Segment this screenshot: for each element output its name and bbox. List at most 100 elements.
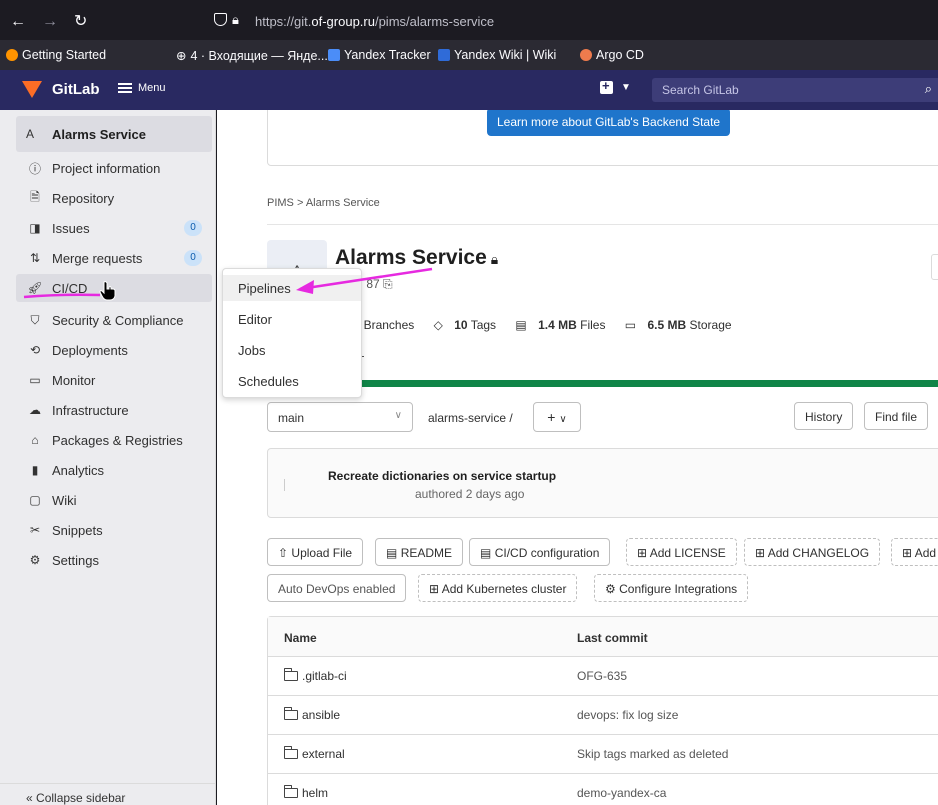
sidebar-item-infrastructure[interactable]: ☁︎ Infrastructure	[16, 396, 212, 424]
browser-toolbar: ←→↻ 🔒︎ https://git.of-group.ru/pims/alar…	[0, 0, 938, 40]
table-row[interactable]: external Skip tags marked as deleted	[268, 735, 938, 774]
sidebar-item-security[interactable]: ⛉ Security & Compliance	[16, 306, 212, 334]
sidebar-project-name: Alarms Service	[52, 126, 146, 142]
new-dropdown-button[interactable]: ▼	[600, 78, 631, 94]
folder-icon	[284, 668, 298, 681]
upload-file-button[interactable]: ⇧ Upload File	[267, 538, 364, 566]
reload-icon[interactable]: ↻	[74, 13, 103, 30]
auto-devops-button[interactable]: Auto DevOps enabled	[267, 574, 407, 602]
issues-icon: ◨	[29, 221, 41, 235]
sidebar-item-analytics[interactable]: ▮ Analytics	[16, 456, 212, 484]
collapse-icon: «	[26, 791, 33, 805]
readme-button[interactable]: ▤ README	[375, 538, 464, 566]
tags-stat[interactable]: ◇ 10 Tags	[434, 318, 504, 332]
bookmark-yandex-wiki[interactable]: Yandex Wiki | Wiki	[438, 48, 556, 62]
sidebar-item-deployments[interactable]: ⟲ Deployments	[16, 336, 212, 364]
globe-icon: ⊕	[176, 49, 187, 63]
url-domain: of-group.ru	[311, 14, 375, 29]
hand-cursor-icon	[99, 281, 116, 301]
table-row[interactable]: ansible devops: fix log size	[268, 696, 938, 735]
sidebar-item-settings[interactable]: ⚙︎ Settings	[16, 546, 212, 574]
breadcrumb-divider	[267, 224, 938, 225]
address-bar[interactable]: https://git.of-group.ru/pims/alarms-serv…	[255, 14, 494, 29]
main-content: Learn more about GitLab's Backend State …	[217, 110, 938, 805]
sidebar-item-repository[interactable]: 🗎︎ Repository	[16, 184, 212, 212]
files-stat[interactable]: ▤ 1.4 MB Files	[515, 318, 613, 332]
sidebar-item-merge-requests[interactable]: ⇅ Merge requests 0	[16, 244, 212, 272]
backend-state-banner: Learn more about GitLab's Backend State	[267, 110, 938, 166]
tracking-shield-icon[interactable]	[214, 13, 227, 26]
chevron-down-icon: ∨	[559, 414, 567, 425]
sidebar: A Alarms Service ⓘ Project information 🗎︎…	[0, 110, 216, 805]
sidebar-item-issues[interactable]: ◨ Issues 0	[16, 214, 212, 242]
info-icon: ⓘ	[28, 161, 41, 176]
file-tree-table: Name Last commit .gitlab-ci OFG-635 ansib…	[267, 616, 938, 805]
sidebar-item-wiki[interactable]: ▢ Wiki	[16, 486, 212, 514]
tag-icon: ◇	[433, 318, 443, 332]
bookmark-inbox[interactable]: ⊕ 4 · Входящие — Янде...	[176, 48, 328, 64]
column-name: Name	[284, 631, 317, 645]
repo-path[interactable]: alarms-service /	[428, 411, 513, 425]
table-row[interactable]: helm demo-yandex-ca	[268, 774, 938, 805]
plus-square-icon: ⊞	[429, 582, 440, 596]
collapse-sidebar-button[interactable]: « Collapse sidebar	[0, 783, 216, 805]
flyout-item-schedules[interactable]: Schedules	[223, 368, 361, 394]
issues-count-badge: 0	[184, 220, 202, 236]
merge-requests-count-badge: 0	[184, 250, 202, 266]
add-license-button[interactable]: ⊞ Add LICENSE	[626, 538, 737, 566]
cicd-configuration-button[interactable]: ▤ CI/CD configuration	[469, 538, 611, 566]
copy-icon[interactable]: ⎘	[383, 277, 393, 291]
table-row[interactable]: .gitlab-ci OFG-635	[268, 657, 938, 696]
gitlab-brand[interactable]: GitLab	[52, 81, 100, 98]
bookmark-argo-cd[interactable]: Argo CD	[580, 48, 644, 62]
forward-icon[interactable]: →	[42, 13, 74, 30]
sidebar-context-header[interactable]: A Alarms Service	[16, 116, 212, 152]
add-contributing-button[interactable]: ⊞ Add	[891, 538, 938, 566]
commit-avatar-placeholder	[284, 479, 285, 491]
sidebar-item-project-information[interactable]: ⓘ Project information	[16, 154, 212, 182]
gear-icon: ⚙︎	[605, 582, 616, 596]
flyout-item-jobs[interactable]: Jobs	[223, 337, 361, 363]
argo-icon	[580, 49, 592, 61]
sidebar-item-snippets[interactable]: ✂︎ Snippets	[16, 516, 212, 544]
commit-subtitle: authored 2 days ago	[415, 487, 525, 501]
chevron-down-icon: ▼	[621, 82, 631, 93]
commit-title[interactable]: Recreate dictionaries on service startup	[328, 469, 556, 483]
browser-nav: ←→↻	[10, 11, 103, 31]
lock-icon[interactable]: 🔒︎	[232, 12, 239, 28]
doc-icon: ▤	[480, 546, 492, 560]
menu-button[interactable]: Menu	[118, 82, 166, 94]
folder-icon	[284, 707, 298, 720]
back-icon[interactable]: ←	[10, 13, 42, 30]
bookmark-yandex-tracker[interactable]: Yandex Tracker	[328, 48, 431, 62]
configure-integrations-button[interactable]: ⚙︎ Configure Integrations	[594, 574, 749, 602]
firefox-icon	[6, 49, 18, 61]
column-last-commit: Last commit	[577, 631, 648, 645]
plus-square-icon: ⊞	[755, 546, 766, 560]
sidebar-item-monitor[interactable]: ▭ Monitor	[16, 366, 212, 394]
gitlab-logo-icon[interactable]	[22, 81, 42, 98]
add-kubernetes-cluster-button[interactable]: ⊞ Add Kubernetes cluster	[418, 574, 578, 602]
history-button[interactable]: History	[794, 402, 854, 430]
branch-selector[interactable]: main ∨	[267, 402, 413, 432]
add-to-tree-button[interactable]: + ∨	[533, 402, 581, 432]
file-icon: ▤	[515, 318, 527, 332]
sidebar-item-packages[interactable]: ⌂ Packages & Registries	[16, 426, 212, 454]
upload-icon: ⇧	[278, 546, 289, 560]
folder-icon	[284, 785, 298, 798]
flyout-item-pipelines[interactable]: Pipelines	[223, 275, 361, 301]
lock-icon: 🔒︎	[490, 251, 499, 267]
bookmark-getting-started[interactable]: Getting Started	[6, 48, 106, 62]
breadcrumb-alarms-service[interactable]: Alarms Service	[306, 197, 380, 209]
add-changelog-button[interactable]: ⊞ Add CHANGELOG	[744, 538, 881, 566]
search-input[interactable]: Search GitLab ⌕	[652, 78, 938, 102]
learn-more-button[interactable]: Learn more about GitLab's Backend State	[487, 110, 731, 136]
find-file-button[interactable]: Find file	[864, 402, 929, 430]
breadcrumb-pims[interactable]: PIMS	[267, 197, 294, 209]
table-header: Name Last commit	[268, 617, 938, 657]
doc-icon: 🗎︎	[30, 189, 40, 204]
merge-icon: ⇅	[29, 251, 41, 265]
flyout-item-editor[interactable]: Editor	[223, 306, 361, 332]
project-actions-button[interactable]	[931, 254, 938, 280]
storage-stat[interactable]: ▭ 6.5 MB Storage	[625, 318, 740, 332]
